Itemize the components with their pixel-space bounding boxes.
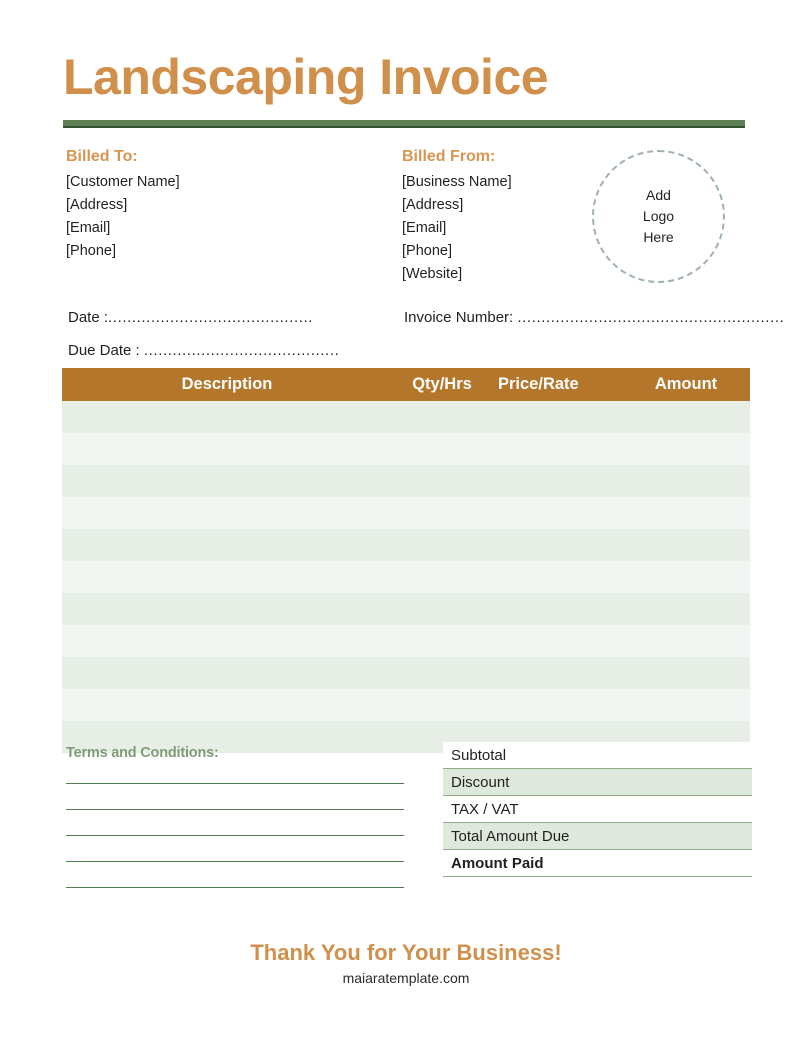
table-row[interactable]: [62, 433, 750, 465]
billed-from-line-1: [Business Name]: [402, 174, 512, 190]
totals-row[interactable]: Discount: [443, 769, 752, 796]
billed-to-heading: Billed To:: [66, 148, 138, 165]
logo-placeholder-line-1: Add: [646, 187, 671, 203]
billed-to-line-2: [Address]: [66, 197, 128, 213]
billed-to-line-4: [Phone]: [66, 243, 116, 259]
billed-from-line-4: [Phone]: [402, 243, 452, 259]
terms-write-lines[interactable]: [66, 783, 408, 888]
invoice-number-label: Invoice Number:: [404, 309, 514, 326]
terms-line[interactable]: [66, 835, 404, 836]
logo-placeholder-line-3: Here: [643, 229, 674, 245]
billed-from-line-5: [Website]: [402, 266, 463, 282]
totals-row[interactable]: Amount Paid: [443, 850, 752, 877]
table-row[interactable]: [62, 401, 750, 433]
column-header-description: Description: [181, 375, 273, 393]
date-dot-leader: ........................................…: [108, 309, 314, 326]
billed-to-block: Billed To: [Customer Name] [Address] [Em…: [66, 145, 180, 263]
logo-placeholder-line-2: Logo: [642, 208, 675, 224]
totals-row-label: Amount Paid: [451, 854, 544, 872]
billed-from-heading: Billed From:: [402, 148, 496, 165]
date-label: Date :: [68, 309, 109, 326]
title-divider-line: [63, 126, 745, 128]
logo-placeholder[interactable]: Add Logo Here: [592, 150, 725, 283]
totals-row[interactable]: Subtotal: [443, 742, 752, 769]
items-table: Description Qty/Hrs Price/Rate Amount: [62, 368, 750, 753]
table-row[interactable]: [62, 497, 750, 529]
totals-row-label: TAX / VAT: [451, 800, 519, 818]
totals-row-label: Subtotal: [451, 746, 507, 764]
invoice-number-dot-leader: ........................................…: [517, 309, 785, 326]
page-title: Landscaping Invoice: [63, 49, 549, 105]
table-row[interactable]: [62, 593, 750, 625]
terms-section: Terms and Conditions:: [66, 745, 408, 913]
table-row[interactable]: [62, 561, 750, 593]
due-date-field[interactable]: Due Date : .............................…: [68, 341, 339, 361]
totals-row[interactable]: TAX / VAT: [443, 796, 752, 823]
date-field[interactable]: Date :..................................…: [68, 308, 313, 328]
table-row[interactable]: [62, 465, 750, 497]
billed-to-line-3: [Email]: [66, 220, 111, 236]
due-date-label: Due Date :: [68, 342, 140, 359]
terms-line[interactable]: [66, 861, 404, 862]
items-table-header-row: Description Qty/Hrs Price/Rate Amount: [62, 368, 750, 401]
billed-from-line-3: [Email]: [402, 220, 447, 236]
totals-row-label: Total Amount Due: [451, 827, 570, 845]
terms-heading: Terms and Conditions:: [66, 745, 219, 761]
terms-line[interactable]: [66, 809, 404, 810]
terms-line[interactable]: [66, 783, 404, 784]
table-row[interactable]: [62, 689, 750, 721]
totals-row-label: Discount: [451, 773, 510, 791]
column-header-amount: Amount: [654, 375, 718, 393]
invoice-number-field[interactable]: Invoice Number: ........................…: [404, 308, 784, 328]
footer-thank-you: Thank You for Your Business!: [250, 940, 562, 965]
terms-line[interactable]: [66, 887, 404, 888]
table-row[interactable]: [62, 625, 750, 657]
due-date-dot-leader: ........................................…: [143, 342, 340, 359]
billed-to-line-1: [Customer Name]: [66, 174, 180, 190]
totals-section: Subtotal Discount TAX / VAT Total Amount Du…: [443, 742, 752, 877]
table-row[interactable]: [62, 657, 750, 689]
column-header-qty: Qty/Hrs: [412, 375, 472, 393]
invoice-page: Landscaping Invoice Billed To: [Customer…: [0, 0, 812, 1047]
billed-from-block: Billed From: [Business Name] [Address] […: [402, 145, 512, 286]
billed-from-line-2: [Address]: [402, 197, 464, 213]
totals-row[interactable]: Total Amount Due: [443, 823, 752, 850]
footer-website: maiaratemplate.com: [342, 970, 470, 986]
table-row[interactable]: [62, 529, 750, 561]
column-header-price: Price/Rate: [498, 375, 579, 393]
items-table-body: [62, 401, 750, 753]
